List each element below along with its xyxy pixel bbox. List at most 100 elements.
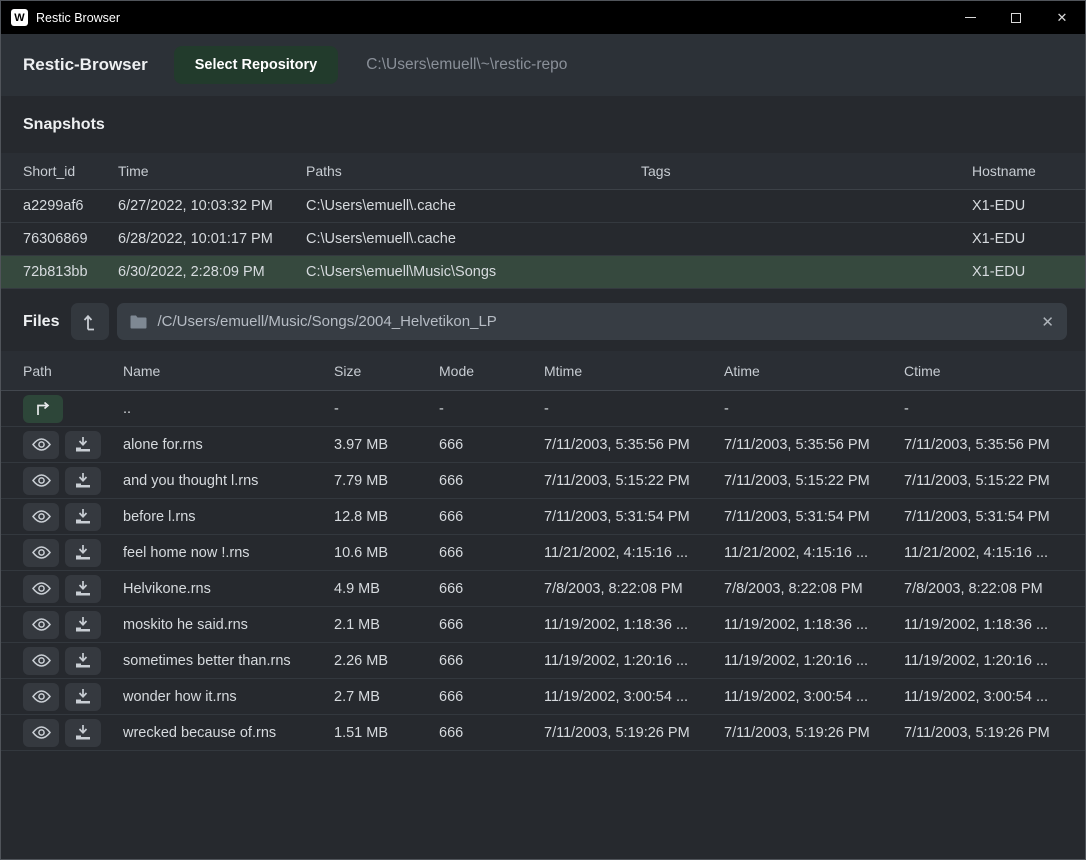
download-file-button[interactable] <box>65 539 101 567</box>
preview-file-button[interactable] <box>23 647 59 675</box>
files-heading: Files <box>23 313 59 331</box>
preview-file-button[interactable] <box>23 575 59 603</box>
app-logo-icon: W <box>11 9 28 26</box>
file-row[interactable]: alone for.rns 3.97 MB 666 7/11/2003, 5:3… <box>1 427 1085 463</box>
current-path-value: /C/Users/emuell/Music/Songs/2004_Helveti… <box>157 313 496 330</box>
download-icon <box>75 437 91 452</box>
file-mtime: 7/11/2003, 5:31:54 PM <box>544 509 724 525</box>
file-atime: - <box>724 401 904 417</box>
minimize-icon <box>965 17 976 18</box>
clear-path-icon[interactable]: ✕ <box>1041 313 1054 331</box>
preview-file-button[interactable] <box>23 611 59 639</box>
file-atime: 11/19/2002, 1:18:36 ... <box>724 617 904 633</box>
download-file-button[interactable] <box>65 467 101 495</box>
up-right-arrow-icon <box>34 402 52 416</box>
file-atime: 7/8/2003, 8:22:08 PM <box>724 581 904 597</box>
snapshot-row[interactable]: 72b813bb 6/30/2022, 2:28:09 PM C:\Users\… <box>1 256 1085 289</box>
column-ctime: Ctime <box>904 363 1085 379</box>
file-name: before l.rns <box>123 509 334 525</box>
download-file-button[interactable] <box>65 611 101 639</box>
preview-file-button[interactable] <box>23 683 59 711</box>
file-row[interactable]: sometimes better than.rns 2.26 MB 666 11… <box>1 643 1085 679</box>
select-repository-button[interactable]: Select Repository <box>174 46 339 84</box>
snapshot-hostname: X1-EDU <box>972 264 1085 280</box>
repository-path: C:\Users\emuell\~\restic-repo <box>366 56 567 74</box>
file-mode: 666 <box>439 689 544 705</box>
snapshot-short-id: 72b813bb <box>23 264 118 280</box>
file-size: 7.79 MB <box>334 473 439 489</box>
download-file-button[interactable] <box>65 503 101 531</box>
parent-directory-row[interactable]: .. - - - - - <box>1 391 1085 427</box>
file-mtime: 7/8/2003, 8:22:08 PM <box>544 581 724 597</box>
file-row[interactable]: wonder how it.rns 2.7 MB 666 11/19/2002,… <box>1 679 1085 715</box>
file-size: 2.26 MB <box>334 653 439 669</box>
file-row[interactable]: and you thought l.rns 7.79 MB 666 7/11/2… <box>1 463 1085 499</box>
file-ctime: - <box>904 401 1085 417</box>
file-mtime: - <box>544 401 724 417</box>
download-file-button[interactable] <box>65 575 101 603</box>
column-time: Time <box>118 163 306 179</box>
file-ctime: 7/11/2003, 5:35:56 PM <box>904 437 1085 453</box>
file-name: Helvikone.rns <box>123 581 334 597</box>
file-atime: 7/11/2003, 5:31:54 PM <box>724 509 904 525</box>
close-button[interactable]: ✕ <box>1039 1 1085 34</box>
file-row[interactable]: feel home now !.rns 10.6 MB 666 11/21/20… <box>1 535 1085 571</box>
file-atime: 7/11/2003, 5:35:56 PM <box>724 437 904 453</box>
file-size: 12.8 MB <box>334 509 439 525</box>
file-ctime: 11/19/2002, 1:20:16 ... <box>904 653 1085 669</box>
maximize-button[interactable] <box>993 1 1039 34</box>
column-mode: Mode <box>439 363 544 379</box>
file-mode: 666 <box>439 473 544 489</box>
file-size: 10.6 MB <box>334 545 439 561</box>
download-file-button[interactable] <box>65 647 101 675</box>
folder-icon <box>130 315 147 329</box>
file-row[interactable]: wrecked because of.rns 1.51 MB 666 7/11/… <box>1 715 1085 751</box>
download-file-button[interactable] <box>65 719 101 747</box>
files-table-header: Path Name Size Mode Mtime Atime Ctime <box>1 351 1085 391</box>
current-path-bar[interactable]: /C/Users/emuell/Music/Songs/2004_Helveti… <box>117 303 1067 340</box>
file-size: 4.9 MB <box>334 581 439 597</box>
eye-icon <box>32 582 51 595</box>
file-size: 3.97 MB <box>334 437 439 453</box>
column-size: Size <box>334 363 439 379</box>
download-file-button[interactable] <box>65 431 101 459</box>
preview-file-button[interactable] <box>23 503 59 531</box>
eye-icon <box>32 474 51 487</box>
window-title: Restic Browser <box>36 11 120 25</box>
tree-view-toggle-button[interactable] <box>71 303 109 340</box>
eye-icon <box>32 438 51 451</box>
preview-file-button[interactable] <box>23 719 59 747</box>
go-up-button[interactable] <box>23 395 63 423</box>
tree-up-icon <box>82 313 98 331</box>
eye-icon <box>32 690 51 703</box>
snapshot-row[interactable]: 76306869 6/28/2022, 10:01:17 PM C:\Users… <box>1 223 1085 256</box>
file-row[interactable]: moskito he said.rns 2.1 MB 666 11/19/200… <box>1 607 1085 643</box>
file-size: 1.51 MB <box>334 725 439 741</box>
preview-file-button[interactable] <box>23 539 59 567</box>
file-mode: 666 <box>439 653 544 669</box>
download-icon <box>75 725 91 740</box>
file-row[interactable]: Helvikone.rns 4.9 MB 666 7/8/2003, 8:22:… <box>1 571 1085 607</box>
file-name: feel home now !.rns <box>123 545 334 561</box>
window-titlebar: W Restic Browser ✕ <box>1 1 1085 34</box>
preview-file-button[interactable] <box>23 431 59 459</box>
snapshot-short-id: 76306869 <box>23 231 118 247</box>
download-icon <box>75 653 91 668</box>
file-name: and you thought l.rns <box>123 473 334 489</box>
snapshot-row[interactable]: a2299af6 6/27/2022, 10:03:32 PM C:\Users… <box>1 190 1085 223</box>
snapshot-time: 6/27/2022, 10:03:32 PM <box>118 198 306 214</box>
file-ctime: 7/8/2003, 8:22:08 PM <box>904 581 1085 597</box>
app-header: Restic-Browser Select Repository C:\User… <box>1 34 1085 96</box>
download-file-button[interactable] <box>65 683 101 711</box>
download-icon <box>75 581 91 596</box>
download-icon <box>75 617 91 632</box>
file-mode: 666 <box>439 545 544 561</box>
file-row[interactable]: before l.rns 12.8 MB 666 7/11/2003, 5:31… <box>1 499 1085 535</box>
file-mtime: 11/19/2002, 3:00:54 ... <box>544 689 724 705</box>
window-controls: ✕ <box>947 1 1085 34</box>
file-mtime: 7/11/2003, 5:15:22 PM <box>544 473 724 489</box>
preview-file-button[interactable] <box>23 467 59 495</box>
minimize-button[interactable] <box>947 1 993 34</box>
file-mode: 666 <box>439 509 544 525</box>
file-mtime: 11/19/2002, 1:18:36 ... <box>544 617 724 633</box>
